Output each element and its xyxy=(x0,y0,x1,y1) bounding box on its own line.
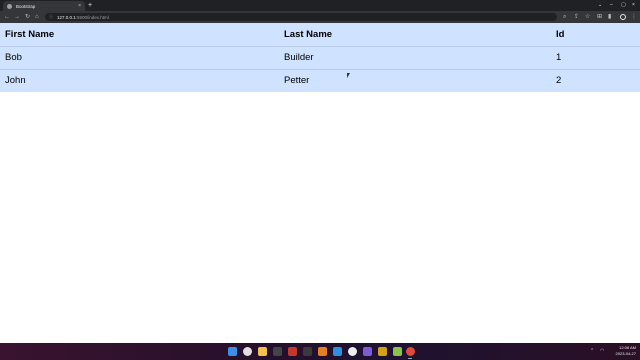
header-last-name: Last Name xyxy=(284,28,333,40)
app-icon[interactable] xyxy=(393,347,402,356)
tab-title: Bootstrap xyxy=(16,3,36,9)
chevron-down-icon[interactable]: ⌄ xyxy=(598,1,602,9)
windows-taskbar: ⌃ ◠ 12:08 AM 2023-04-27 xyxy=(0,343,640,360)
windows-start-icon[interactable] xyxy=(228,347,237,356)
tray-chevron-icon[interactable]: ⌃ xyxy=(590,348,594,354)
sidebar-icon[interactable]: ▮ xyxy=(608,12,611,22)
page-content: First Name Last Name Id Bob Builder 1 Jo… xyxy=(0,23,640,343)
chrome-icon[interactable] xyxy=(406,347,415,356)
address-bar[interactable]: ⓘ 127.0.0.1 :5500/index.html xyxy=(45,13,557,21)
cell-last-name: Petter xyxy=(279,68,551,92)
terminal-icon[interactable] xyxy=(273,347,282,356)
menu-kebab-icon[interactable]: ⋮ xyxy=(631,12,637,22)
bookmark-star-icon[interactable]: ☆ xyxy=(585,12,590,22)
header-first-name: First Name xyxy=(5,28,55,40)
profile-avatar-icon[interactable] xyxy=(620,14,626,20)
table-row: John Petter 2 xyxy=(0,68,640,92)
url-path: :5500/index.html xyxy=(75,14,109,20)
minimize-button[interactable]: – xyxy=(610,1,613,9)
app-icon[interactable] xyxy=(303,347,312,356)
mouse-cursor-icon xyxy=(347,73,352,78)
wifi-icon[interactable]: ◠ xyxy=(600,348,604,354)
site-info-icon[interactable]: ⓘ xyxy=(49,14,53,20)
url-host: 127.0.0.1 xyxy=(57,14,76,20)
taskbar-clock[interactable]: 12:08 AM 2023-04-27 xyxy=(616,345,636,357)
file-explorer-icon[interactable] xyxy=(258,347,267,356)
share-icon[interactable]: ⇪ xyxy=(574,12,579,22)
maximize-button[interactable]: ▢ xyxy=(621,1,626,9)
tab-favicon-icon xyxy=(7,3,12,9)
search-icon[interactable] xyxy=(243,347,252,356)
home-icon[interactable]: ⌂ xyxy=(35,12,39,22)
people-table: First Name Last Name Id Bob Builder 1 Jo… xyxy=(0,23,640,92)
app-icon[interactable] xyxy=(363,347,372,356)
active-app-indicator xyxy=(408,358,412,359)
clock-date: 2023-04-27 xyxy=(615,351,636,356)
browser-tab-strip: Bootstrap × + ⌄ – ▢ × xyxy=(0,0,640,11)
browser-toolbar: ← → ↻ ⌂ ⓘ 127.0.0.1 :5500/index.html ⌕ ⇪… xyxy=(0,11,640,23)
cell-first-name: John xyxy=(0,68,279,92)
app-icon[interactable] xyxy=(348,347,357,356)
close-window-button[interactable]: × xyxy=(632,1,635,9)
zoom-icon[interactable]: ⌕ xyxy=(563,12,566,22)
new-tab-button[interactable]: + xyxy=(88,1,92,10)
vscode-icon[interactable] xyxy=(333,347,342,356)
extensions-icon[interactable]: ⊞ xyxy=(597,12,602,22)
app-icon[interactable] xyxy=(288,347,297,356)
table-row: Bob Builder 1 xyxy=(0,45,640,69)
cell-id: 1 xyxy=(551,45,640,69)
tab-close-icon[interactable]: × xyxy=(78,3,81,9)
reload-icon[interactable]: ↻ xyxy=(25,12,30,22)
app-icon[interactable] xyxy=(378,347,387,356)
table-header-row: First Name Last Name Id xyxy=(0,23,640,46)
cell-first-name: Bob xyxy=(0,45,279,69)
folder-icon[interactable] xyxy=(318,347,327,356)
browser-tab[interactable]: Bootstrap × xyxy=(3,1,85,11)
forward-arrow-icon[interactable]: → xyxy=(14,12,20,22)
cell-id: 2 xyxy=(551,68,640,92)
cell-last-name: Builder xyxy=(279,45,551,69)
back-arrow-icon[interactable]: ← xyxy=(4,12,10,22)
header-id: Id xyxy=(556,28,565,40)
